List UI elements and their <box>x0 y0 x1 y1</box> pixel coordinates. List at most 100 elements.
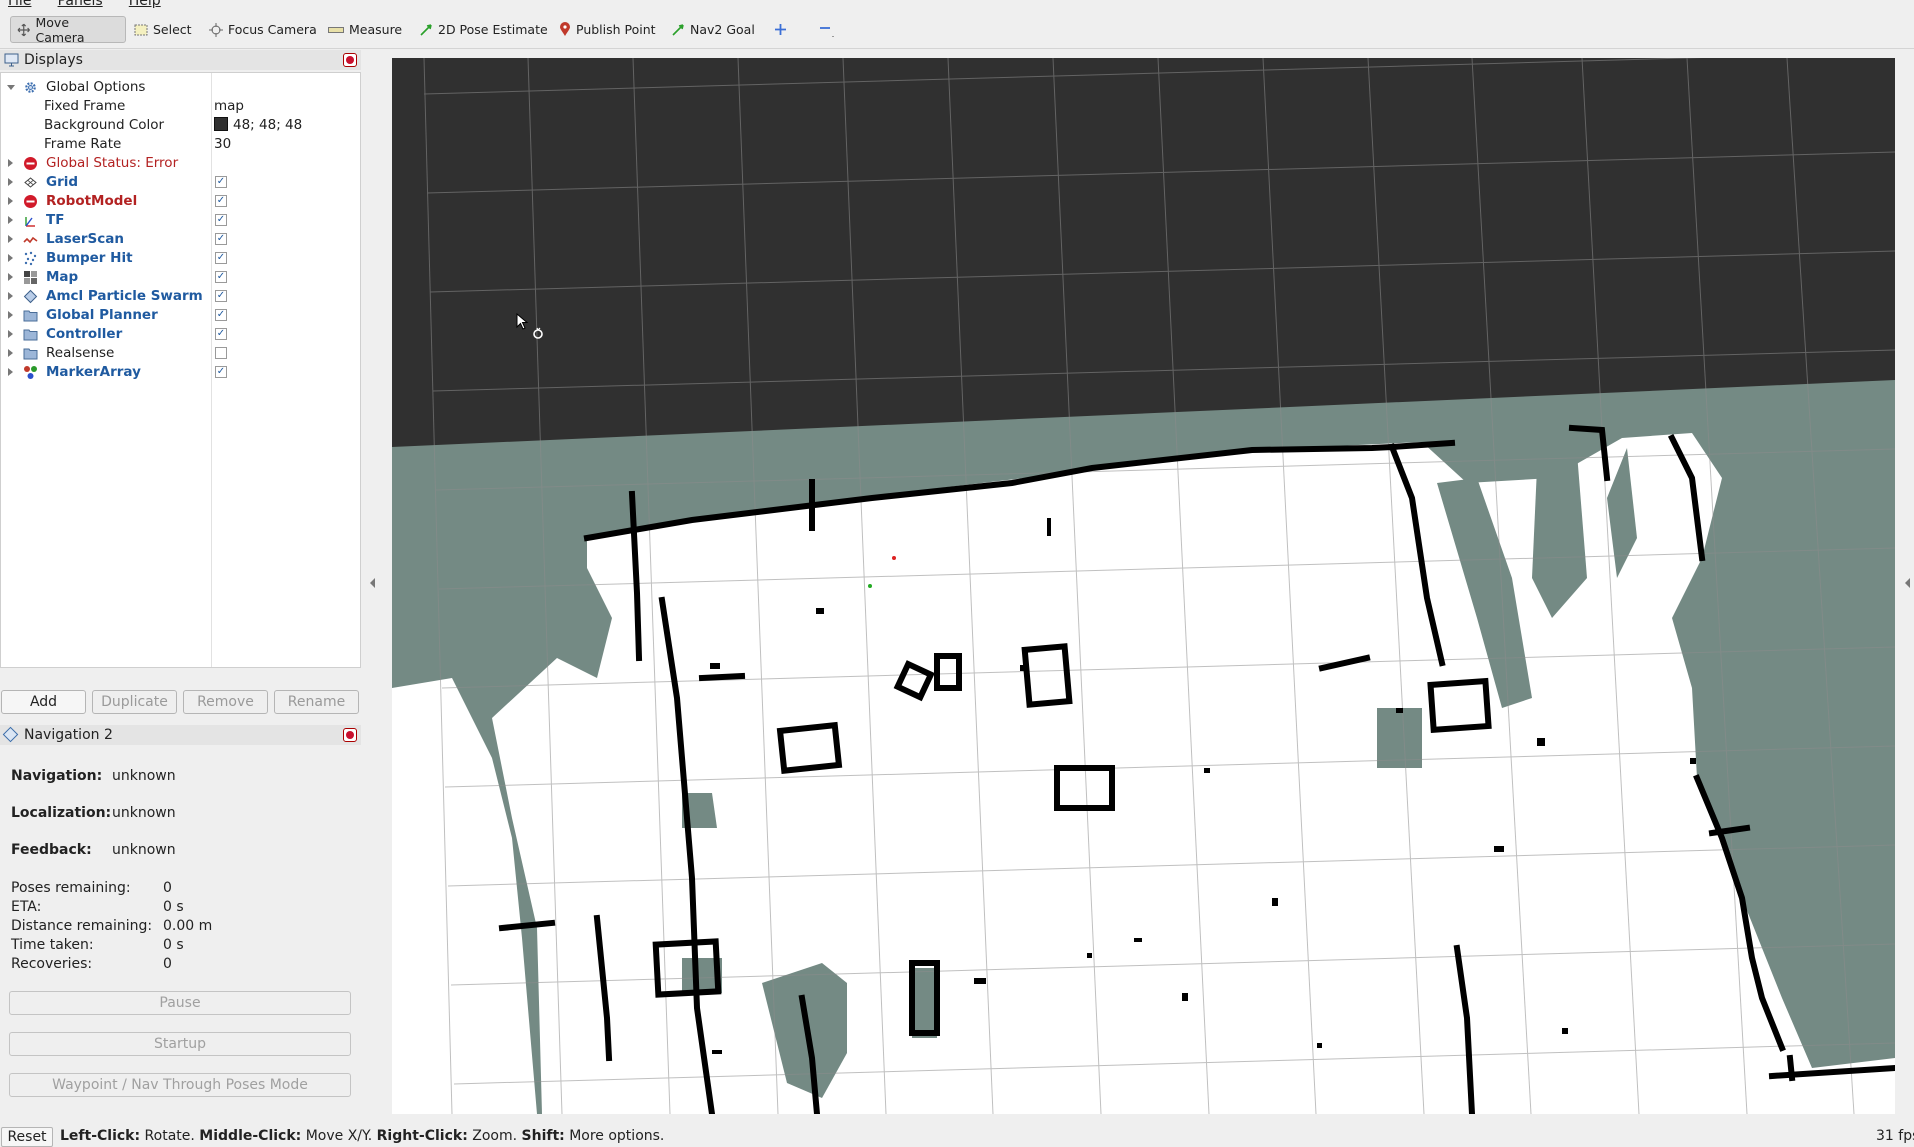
folder-icon <box>23 310 38 322</box>
navigation2-title: Navigation 2 <box>24 727 113 743</box>
reset-button[interactable]: Reset <box>1 1127 53 1147</box>
mouse-hint: Left-Click: Rotate. Middle-Click: Move X… <box>60 1128 664 1144</box>
tree-row-bumper-hit[interactable]: Bumper Hit ✓ <box>1 249 360 268</box>
expand-arrow-icon[interactable] <box>8 330 13 338</box>
duplicate-button[interactable]: Duplicate <box>92 690 177 714</box>
tree-row-map[interactable]: Map ✓ <box>1 268 360 287</box>
tree-row-robotmodel[interactable]: RobotModel ✓ <box>1 192 360 211</box>
displays-panel: Displays Global Options Fixed Frame map … <box>0 50 361 680</box>
eta-value: 0 s <box>163 899 184 915</box>
tree-row-grid[interactable]: Grid ✓ <box>1 173 360 192</box>
pose-estimate-button[interactable]: 2D Pose Estimate <box>413 16 554 43</box>
startup-button[interactable]: Startup <box>9 1032 351 1056</box>
right-click-key: Right-Click: <box>376 1128 468 1144</box>
menu-panels[interactable]: Panels <box>58 0 103 9</box>
collapse-left-handle[interactable] <box>370 578 375 588</box>
display-label-grid: Grid <box>46 174 79 190</box>
measure-label: Measure <box>349 22 403 37</box>
tree-row-global-options[interactable]: Global Options <box>1 78 360 97</box>
checkbox-realsense[interactable] <box>215 347 227 359</box>
plus-icon <box>775 24 786 35</box>
tree-row-laserscan[interactable]: LaserScan ✓ <box>1 230 360 249</box>
robot-marker <box>892 556 896 560</box>
gear-icon <box>25 82 36 93</box>
add-tool-button[interactable] <box>768 16 793 43</box>
tree-row-fixed-frame[interactable]: Fixed Frame map <box>1 97 360 116</box>
tree-row-realsense[interactable]: Realsense <box>1 344 360 363</box>
display-label-laserscan: LaserScan <box>46 231 125 247</box>
expand-arrow-icon[interactable] <box>8 178 13 186</box>
collapse-right-handle[interactable] <box>1905 578 1910 588</box>
checkbox-tf[interactable]: ✓ <box>215 214 227 226</box>
checkbox-laserscan[interactable]: ✓ <box>215 233 227 245</box>
select-button[interactable]: Select <box>128 16 198 43</box>
expand-arrow-icon[interactable] <box>8 368 13 376</box>
point-cloud-icon <box>24 251 37 266</box>
nav2-goal-button[interactable]: Nav2 Goal <box>665 16 761 43</box>
add-button[interactable]: Add <box>1 690 86 714</box>
marker-array-icon <box>24 366 37 379</box>
checkbox-global-planner[interactable]: ✓ <box>215 309 227 321</box>
expand-arrow-icon[interactable] <box>8 273 13 281</box>
checkbox-bumper-hit[interactable]: ✓ <box>215 252 227 264</box>
expand-arrow-icon[interactable] <box>8 235 13 243</box>
waypoint-mode-button[interactable]: Waypoint / Nav Through Poses Mode <box>9 1073 351 1097</box>
remove-tool-button[interactable] <box>812 16 842 43</box>
close-icon[interactable] <box>343 53 357 67</box>
recoveries-value: 0 <box>163 956 172 972</box>
checkbox-markerarray[interactable]: ✓ <box>215 366 227 378</box>
pose-array-icon <box>23 289 38 304</box>
tree-row-markerarray[interactable]: MarkerArray ✓ <box>1 363 360 382</box>
frame-rate-value[interactable]: 30 <box>214 136 231 152</box>
expand-arrow-icon[interactable] <box>8 254 13 262</box>
focus-camera-button[interactable]: Focus Camera <box>203 16 323 43</box>
goal-marker <box>868 584 872 588</box>
tree-row-controller[interactable]: Controller ✓ <box>1 325 360 344</box>
publish-point-button[interactable]: Publish Point <box>553 16 662 43</box>
expand-arrow-icon[interactable] <box>8 349 13 357</box>
checkbox-amcl-particle-swarm[interactable]: ✓ <box>215 290 227 302</box>
publish-point-icon <box>560 22 570 36</box>
tree-row-tf[interactable]: TF ✓ <box>1 211 360 230</box>
menu-help[interactable]: Help <box>129 0 161 9</box>
map-render[interactable] <box>392 58 1895 1114</box>
checkbox-map[interactable]: ✓ <box>215 271 227 283</box>
render-viewport[interactable] <box>392 58 1895 1114</box>
checkbox-grid[interactable]: ✓ <box>215 176 227 188</box>
navigation2-title-bar: Navigation 2 <box>0 725 361 745</box>
display-label-robotmodel: RobotModel <box>46 193 138 209</box>
expand-arrow-icon[interactable] <box>8 197 13 205</box>
display-label-global-planner: Global Planner <box>46 307 158 323</box>
nav2-diamond-icon <box>2 726 19 743</box>
left-click-desc: Rotate. <box>144 1128 195 1144</box>
expand-arrow-icon[interactable] <box>8 292 13 300</box>
checkbox-robotmodel[interactable]: ✓ <box>215 195 227 207</box>
left-click-key: Left-Click: <box>60 1128 141 1144</box>
tree-row-global-planner[interactable]: Global Planner ✓ <box>1 306 360 325</box>
remove-button[interactable]: Remove <box>183 690 268 714</box>
select-label: Select <box>153 22 192 37</box>
measure-button[interactable]: Measure <box>322 16 408 43</box>
close-icon[interactable] <box>343 728 357 742</box>
rename-button[interactable]: Rename <box>274 690 359 714</box>
displays-icon <box>4 53 19 67</box>
expand-arrow-icon[interactable] <box>8 216 13 224</box>
folder-icon <box>23 329 38 341</box>
tree-row-global-status[interactable]: Global Status: Error <box>1 154 360 173</box>
pose-estimate-label: 2D Pose Estimate <box>438 22 548 37</box>
measure-icon <box>328 26 344 33</box>
tree-row-frame-rate[interactable]: Frame Rate 30 <box>1 135 360 154</box>
background-color-value[interactable]: 48; 48; 48 <box>214 117 302 133</box>
tree-row-background-color[interactable]: Background Color 48; 48; 48 <box>1 116 360 135</box>
checkbox-controller[interactable]: ✓ <box>215 328 227 340</box>
fixed-frame-value[interactable]: map <box>214 98 244 114</box>
nav2-goal-label: Nav2 Goal <box>690 22 755 37</box>
pause-button[interactable]: Pause <box>9 991 351 1015</box>
menu-file[interactable]: File <box>8 0 31 9</box>
expand-arrow-icon[interactable] <box>8 311 13 319</box>
expand-arrow-icon[interactable] <box>7 85 15 90</box>
expand-arrow-icon[interactable] <box>8 159 13 167</box>
move-camera-button[interactable]: Move Camera <box>10 15 126 45</box>
publish-point-label: Publish Point <box>576 22 656 37</box>
tree-row-amcl-particle-swarm[interactable]: Amcl Particle Swarm ✓ <box>1 287 360 306</box>
